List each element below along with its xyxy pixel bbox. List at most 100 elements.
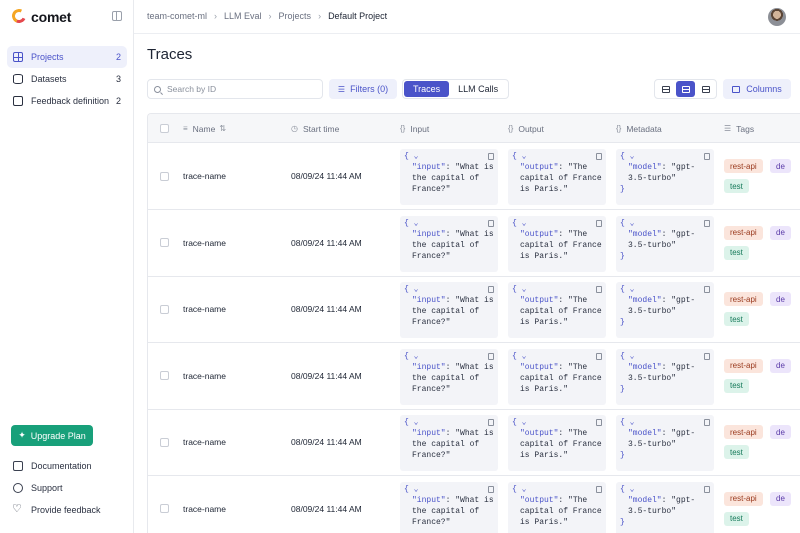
upgrade-plan-button[interactable]: ✦ Upgrade Plan — [11, 425, 93, 446]
table-row[interactable]: trace-name 08/09/24 11:44 AM { ⌄ "input"… — [148, 276, 800, 343]
comet-logo[interactable]: comet — [10, 7, 71, 27]
tag-badge[interactable]: test — [724, 511, 749, 526]
input-json-cell[interactable]: { ⌄ "input": "What is the capital of Fra… — [400, 215, 498, 272]
copy-icon[interactable] — [704, 153, 710, 160]
row-checkbox[interactable] — [160, 504, 169, 513]
copy-icon[interactable] — [596, 153, 602, 160]
header-start-time[interactable]: ◷ Start time — [291, 114, 339, 143]
tag-badge[interactable]: rest-api — [724, 358, 763, 373]
tag-badge[interactable]: test — [724, 312, 749, 326]
copy-icon[interactable] — [704, 286, 710, 293]
chevron-down-icon[interactable]: ⌄ — [630, 219, 635, 228]
header-output[interactable]: {} Output — [508, 114, 544, 143]
copy-icon[interactable] — [488, 419, 494, 426]
tag-badge[interactable]: de — [770, 159, 791, 173]
chevron-down-icon[interactable]: ⌄ — [414, 219, 419, 228]
row-checkbox[interactable] — [160, 304, 169, 314]
header-input[interactable]: {} Input — [400, 114, 429, 143]
tag-badge[interactable]: test — [724, 445, 749, 459]
trace-name-cell[interactable]: trace-name — [183, 276, 226, 342]
input-json-cell[interactable]: { ⌄ "input": "What is the capital of Fra… — [400, 282, 498, 338]
chevron-down-icon[interactable]: ⌄ — [522, 485, 527, 494]
tag-badge[interactable]: rest-api — [724, 159, 763, 173]
columns-button[interactable]: Columns — [723, 79, 791, 99]
copy-icon[interactable] — [596, 419, 602, 426]
trace-name-cell[interactable]: trace-name — [183, 343, 226, 409]
search-input[interactable] — [167, 84, 317, 94]
copy-icon[interactable] — [488, 485, 494, 493]
input-json-cell[interactable]: { ⌄ "input": "What is the capital of Fra… — [400, 149, 498, 205]
chevron-down-icon[interactable]: ⌄ — [414, 285, 419, 294]
breadcrumb-workspace[interactable]: team-comet-ml — [147, 11, 207, 21]
breadcrumb-projects[interactable]: Projects — [279, 11, 312, 21]
chevron-down-icon[interactable]: ⌄ — [630, 418, 635, 427]
chevron-down-icon[interactable]: ⌄ — [414, 485, 419, 494]
copy-icon[interactable] — [488, 352, 494, 360]
header-name[interactable]: ≡ Name ⇅ — [183, 114, 231, 143]
metadata-json-cell[interactable]: { ⌄ "model": "gpt-3.5-turbo" } — [616, 415, 714, 471]
table-row[interactable]: trace-name 08/09/24 11:44 AM { ⌄ "input"… — [148, 476, 800, 533]
metadata-json-cell[interactable]: { ⌄ "model": "gpt-3.5-turbo" } — [616, 149, 714, 205]
tag-badge[interactable]: de — [770, 425, 791, 439]
filters-button[interactable]: ☰ Filters (0) — [329, 79, 397, 99]
copy-icon[interactable] — [596, 219, 602, 227]
output-json-cell[interactable]: { ⌄ "output": "The capital of France is … — [508, 149, 606, 205]
header-metadata[interactable]: {} Metadata — [616, 114, 662, 143]
copy-icon[interactable] — [704, 419, 710, 426]
chevron-down-icon[interactable]: ⌄ — [522, 219, 527, 228]
tag-badge[interactable]: test — [724, 245, 749, 260]
trace-name-cell[interactable]: trace-name — [183, 143, 226, 209]
copy-icon[interactable] — [596, 485, 602, 493]
sidebar-item-projects[interactable]: Projects 2 — [7, 46, 127, 68]
breadcrumb-llm-eval[interactable]: LLM Eval — [224, 11, 262, 21]
output-json-cell[interactable]: { ⌄ "output": "The capital of France is … — [508, 282, 606, 338]
tab-llm-calls[interactable]: LLM Calls — [449, 81, 507, 97]
sidebar-item-documentation[interactable]: Documentation — [7, 455, 127, 477]
header-tags[interactable]: ☰ Tags — [724, 114, 754, 143]
trace-name-cell[interactable]: trace-name — [183, 476, 226, 533]
select-all-checkbox[interactable] — [160, 124, 169, 133]
output-json-cell[interactable]: { ⌄ "output": "The capital of France is … — [508, 415, 606, 471]
chevron-down-icon[interactable]: ⌄ — [630, 152, 635, 161]
table-row[interactable]: trace-name 08/09/24 11:44 AM { ⌄ "input"… — [148, 343, 800, 410]
metadata-json-cell[interactable]: { ⌄ "model": "gpt-3.5-turbo" } — [616, 481, 714, 533]
chevron-down-icon[interactable]: ⌄ — [630, 352, 635, 361]
chevron-down-icon[interactable]: ⌄ — [522, 285, 527, 294]
tag-badge[interactable]: rest-api — [724, 425, 763, 439]
sort-icon[interactable]: ⇅ — [219, 124, 226, 133]
copy-icon[interactable] — [488, 219, 494, 227]
tag-badge[interactable]: de — [770, 292, 791, 306]
chevron-down-icon[interactable]: ⌄ — [522, 352, 527, 361]
copy-icon[interactable] — [704, 219, 710, 227]
search-box[interactable] — [147, 79, 323, 99]
table-row[interactable]: trace-name 08/09/24 11:44 AM { ⌄ "input"… — [148, 210, 800, 277]
density-medium-button[interactable] — [676, 81, 695, 97]
row-checkbox[interactable] — [160, 371, 169, 380]
sidebar-item-provide-feedback[interactable]: Provide feedback — [7, 499, 127, 521]
table-row[interactable]: trace-name 08/09/24 11:44 AM { ⌄ "input"… — [148, 143, 800, 210]
chevron-down-icon[interactable]: ⌄ — [630, 485, 635, 494]
output-json-cell[interactable]: { ⌄ "output": "The capital of France is … — [508, 348, 606, 405]
tab-traces[interactable]: Traces — [404, 81, 450, 97]
tag-badge[interactable]: de — [770, 225, 791, 240]
row-checkbox[interactable] — [160, 171, 169, 181]
output-json-cell[interactable]: { ⌄ "output": "The capital of France is … — [508, 481, 606, 533]
table-row[interactable]: trace-name 08/09/24 11:44 AM { ⌄ "input"… — [148, 409, 800, 476]
avatar[interactable] — [768, 8, 786, 26]
tag-badge[interactable]: de — [770, 491, 791, 506]
metadata-json-cell[interactable]: { ⌄ "model": "gpt-3.5-turbo" } — [616, 215, 714, 272]
density-compact-button[interactable] — [656, 81, 675, 97]
row-checkbox[interactable] — [160, 238, 169, 247]
sidebar-item-feedback-definition[interactable]: Feedback definition 2 — [7, 90, 127, 112]
input-json-cell[interactable]: { ⌄ "input": "What is the capital of Fra… — [400, 348, 498, 405]
copy-icon[interactable] — [488, 286, 494, 293]
copy-icon[interactable] — [488, 153, 494, 160]
trace-name-cell[interactable]: trace-name — [183, 210, 226, 276]
tag-badge[interactable]: rest-api — [724, 225, 763, 240]
row-checkbox[interactable] — [160, 437, 169, 447]
copy-icon[interactable] — [596, 352, 602, 360]
input-json-cell[interactable]: { ⌄ "input": "What is the capital of Fra… — [400, 415, 498, 471]
tag-badge[interactable]: rest-api — [724, 491, 763, 506]
chevron-down-icon[interactable]: ⌄ — [414, 418, 419, 427]
chevron-down-icon[interactable]: ⌄ — [522, 152, 527, 161]
